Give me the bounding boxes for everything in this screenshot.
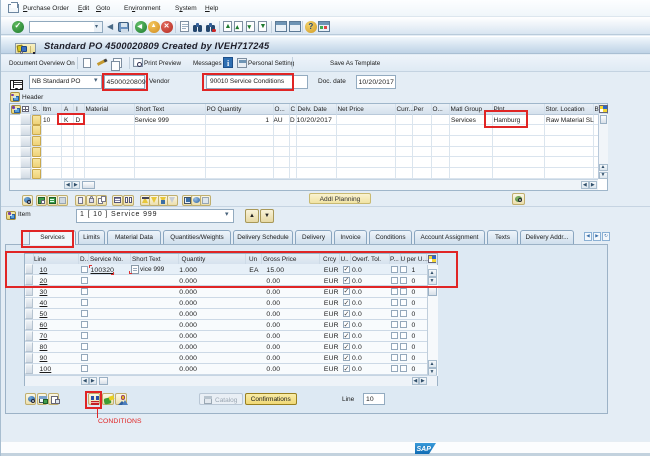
svg-text:SAP: SAP	[417, 446, 432, 453]
